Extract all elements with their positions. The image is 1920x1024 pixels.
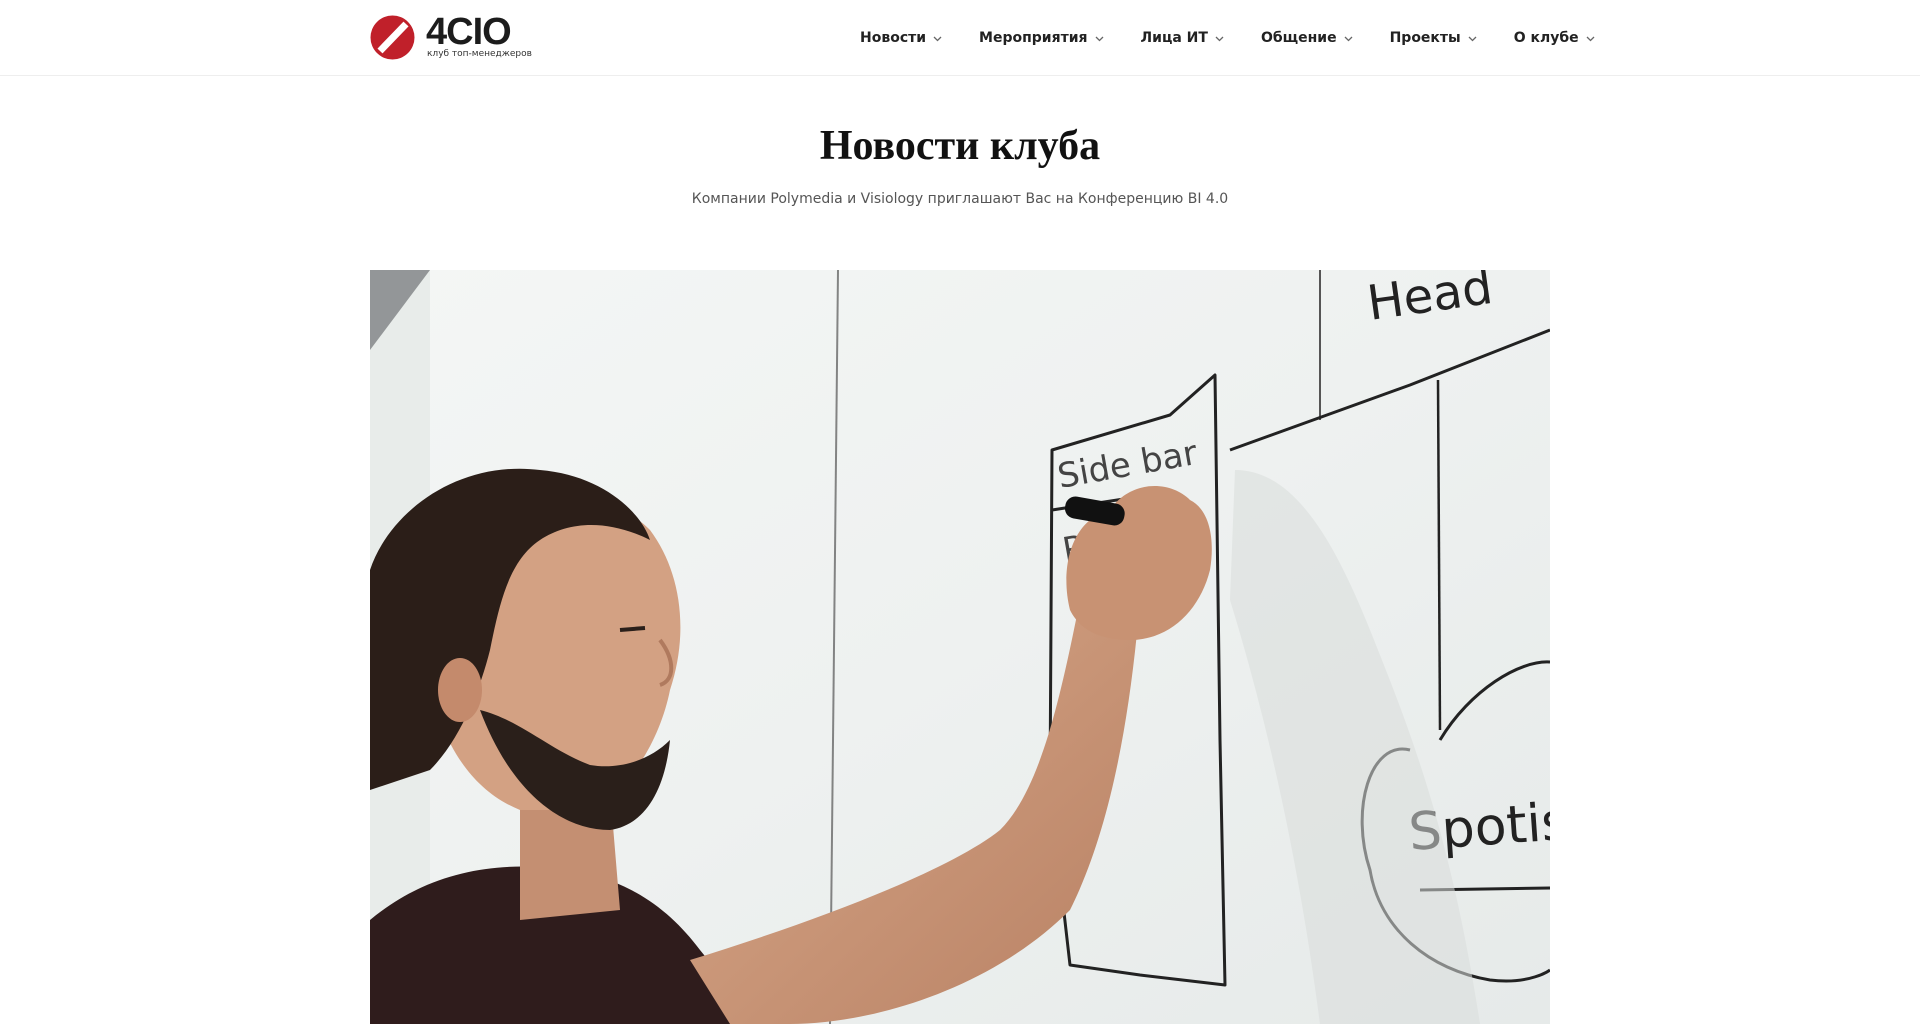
nav-item-label: Новости [860, 30, 927, 46]
hero-image: Head Side bar Pho Spotish [370, 270, 1550, 1024]
nav-item-events[interactable]: Мероприятия [979, 30, 1104, 46]
main-nav: Новости Мероприятия Лица ИТ Общение Прое… [860, 0, 1596, 76]
logo-wordmark: 4CIO [426, 11, 512, 53]
site-logo[interactable]: 4CIO клуб топ-менеджеров [370, 11, 532, 61]
chevron-down-icon [1215, 36, 1224, 41]
nav-item-news[interactable]: Новости [860, 30, 943, 46]
logo-mark-icon [370, 15, 415, 60]
nav-item-label: Проекты [1389, 30, 1461, 46]
nav-item-faces-it[interactable]: Лица ИТ [1141, 30, 1225, 46]
nav-item-projects[interactable]: Проекты [1390, 30, 1478, 46]
chevron-down-icon [933, 36, 942, 41]
logo-tagline: клуб топ-менеджеров [427, 49, 532, 59]
chevron-down-icon [1095, 36, 1103, 41]
whiteboard-illustration: Head Side bar Pho Spotish [370, 270, 1550, 1024]
nav-item-about[interactable]: О клубе [1514, 30, 1596, 46]
nav-item-label: О клубе [1513, 30, 1579, 46]
nav-item-communication[interactable]: Общение [1261, 30, 1354, 46]
nav-item-label: Общение [1260, 30, 1337, 46]
chevron-down-icon [1468, 36, 1477, 41]
site-header: 4CIO клуб топ-менеджеров Новости Меропри… [0, 0, 1920, 76]
page-title: Новости клуба [819, 123, 1101, 169]
chevron-down-icon [1586, 36, 1595, 41]
nav-item-label: Лица ИТ [1140, 30, 1208, 46]
page-subtitle: Компании Polymedia и Visiology приглашаю… [691, 191, 1229, 207]
chevron-down-icon [1344, 36, 1353, 41]
nav-item-label: Мероприятия [979, 30, 1088, 46]
